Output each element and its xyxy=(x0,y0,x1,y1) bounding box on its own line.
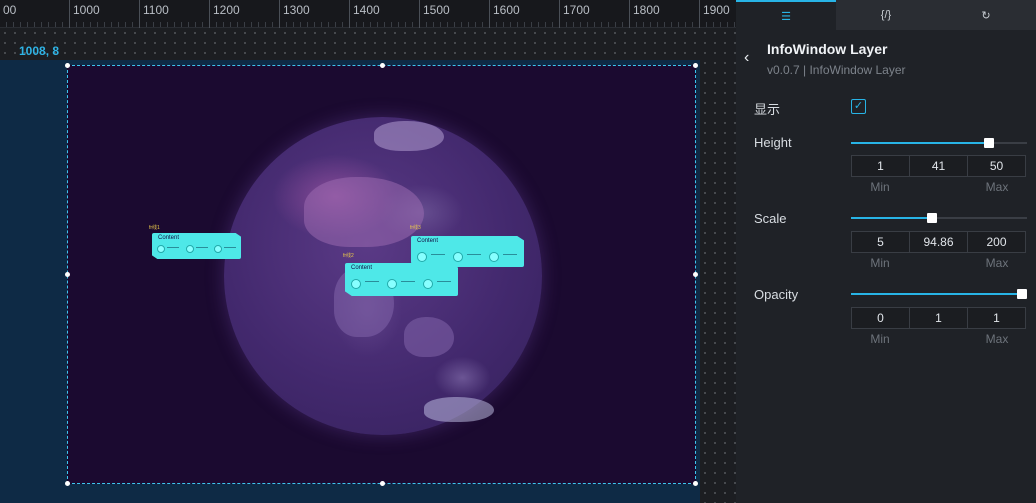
height-slider[interactable] xyxy=(851,138,1027,148)
resize-handle-e[interactable] xyxy=(693,272,698,277)
ruler-tick: 1500 xyxy=(419,0,450,28)
ruler-tick-label: 1500 xyxy=(423,3,450,17)
ruler-tick-label: 00 xyxy=(3,3,17,17)
info-window-title: Content xyxy=(351,265,373,271)
resize-handle-s[interactable] xyxy=(380,481,385,486)
info-window-title: Content xyxy=(158,235,180,241)
ruler-tick: 1000 xyxy=(69,0,100,28)
info-window-tag: fr线1 xyxy=(149,225,160,231)
sliders-icon: ☰ xyxy=(781,10,791,23)
min-caption: Min xyxy=(870,332,890,346)
ruler-tick: 1900 xyxy=(699,0,730,28)
info-window[interactable]: Content xyxy=(411,236,524,267)
ruler-tick: 1100 xyxy=(139,0,169,28)
tab-config[interactable]: ☰ xyxy=(736,0,836,30)
interaction-icon: ↻ xyxy=(981,9,991,22)
resize-handle-n[interactable] xyxy=(380,63,385,68)
component-version: v0.0.7 | InfoWindow Layer xyxy=(767,63,906,77)
scale-slider[interactable] xyxy=(851,213,1027,223)
info-window-tag: fr线3 xyxy=(410,225,421,231)
height-min-input[interactable]: 1 xyxy=(852,156,909,176)
slider-knob[interactable] xyxy=(1017,289,1027,299)
info-window[interactable]: Content xyxy=(345,263,458,296)
height-max-input[interactable]: 50 xyxy=(967,156,1025,176)
ruler-tick-label: 1000 xyxy=(73,3,100,17)
show-checkbox[interactable]: ✓ xyxy=(851,99,866,114)
ruler-tick: 1400 xyxy=(349,0,380,28)
scale-value-input[interactable]: 94.86 xyxy=(909,232,967,252)
min-caption: Min xyxy=(870,256,890,270)
tab-interaction[interactable]: ↻ xyxy=(936,0,1036,30)
opacity-slider[interactable] xyxy=(851,289,1027,299)
resize-handle-sw[interactable] xyxy=(65,481,70,486)
scale-max-input[interactable]: 200 xyxy=(967,232,1025,252)
slider-knob[interactable] xyxy=(984,138,994,148)
scale-label: Scale xyxy=(754,211,787,226)
panel-tabs: ☰ {/} ↻ xyxy=(736,0,1036,30)
height-label: Height xyxy=(754,135,792,150)
info-window-title: Content xyxy=(417,238,439,244)
ruler-tick-label: 1300 xyxy=(283,3,310,17)
canvas-area[interactable]: 00 1000 1100 1200 1300 1400 1500 1600 1700 1800 19… xyxy=(0,0,736,503)
editor-root: 00 1000 1100 1200 1300 1400 1500 1600 1700 1800 19… xyxy=(0,0,1036,503)
resize-handle-ne[interactable] xyxy=(693,63,698,68)
show-label: 显示 xyxy=(754,102,781,117)
ruler-tick: 1800 xyxy=(629,0,660,28)
resize-handle-nw[interactable] xyxy=(65,63,70,68)
ruler-tick-label: 1100 xyxy=(143,3,169,17)
properties-panel: ☰ {/} ↻ ‹ InfoWindow Layer v0.0.7 | Info… xyxy=(736,0,1036,503)
opacity-min-input[interactable]: 0 xyxy=(852,308,909,328)
opacity-range-inputs: 0 1 1 xyxy=(851,307,1026,329)
horizontal-ruler: 00 1000 1100 1200 1300 1400 1500 1600 1700 1800 19… xyxy=(0,0,736,28)
scale-range-inputs: 5 94.86 200 xyxy=(851,231,1026,253)
ruler-tick-label: 1900 xyxy=(703,3,730,17)
ruler-tick: 1200 xyxy=(209,0,240,28)
min-caption: Min xyxy=(870,180,890,194)
ruler-tick-label: 1600 xyxy=(493,3,520,17)
resize-handle-se[interactable] xyxy=(693,481,698,486)
ruler-tick: 1700 xyxy=(559,0,590,28)
scale-min-input[interactable]: 5 xyxy=(852,232,909,252)
info-window-tag: fr线2 xyxy=(343,253,354,259)
canvas-margin-strip xyxy=(0,28,736,60)
opacity-label: Opacity xyxy=(754,287,799,302)
ruler-tick-label: 1800 xyxy=(633,3,660,17)
ruler-tick-label: 1200 xyxy=(213,3,240,17)
tab-data[interactable]: {/} xyxy=(836,0,936,30)
ruler-tick: 1600 xyxy=(489,0,520,28)
slider-knob[interactable] xyxy=(927,213,937,223)
height-value-input[interactable]: 41 xyxy=(909,156,967,176)
info-window[interactable]: Content xyxy=(152,233,241,259)
code-icon: {/} xyxy=(880,9,892,21)
max-caption: Max xyxy=(985,332,1009,346)
ruler-tick-label: 1700 xyxy=(563,3,590,17)
selected-component-frame[interactable]: fr线1 Content fr线2 Content fr线3 Content xyxy=(65,63,698,486)
component-title: InfoWindow Layer xyxy=(767,41,888,57)
opacity-value-input[interactable]: 1 xyxy=(909,308,967,328)
resize-handle-w[interactable] xyxy=(65,272,70,277)
max-caption: Max xyxy=(985,256,1009,270)
height-range-inputs: 1 41 50 xyxy=(851,155,1026,177)
max-caption: Max xyxy=(985,180,1009,194)
canvas-dot-grid xyxy=(700,28,736,503)
ruler-tick: 1300 xyxy=(279,0,310,28)
ruler-tick-label: 1400 xyxy=(353,3,380,17)
back-chevron-icon[interactable]: ‹ xyxy=(744,49,758,69)
opacity-max-input[interactable]: 1 xyxy=(967,308,1025,328)
coordinate-readout: 1008, 8 xyxy=(19,44,60,58)
